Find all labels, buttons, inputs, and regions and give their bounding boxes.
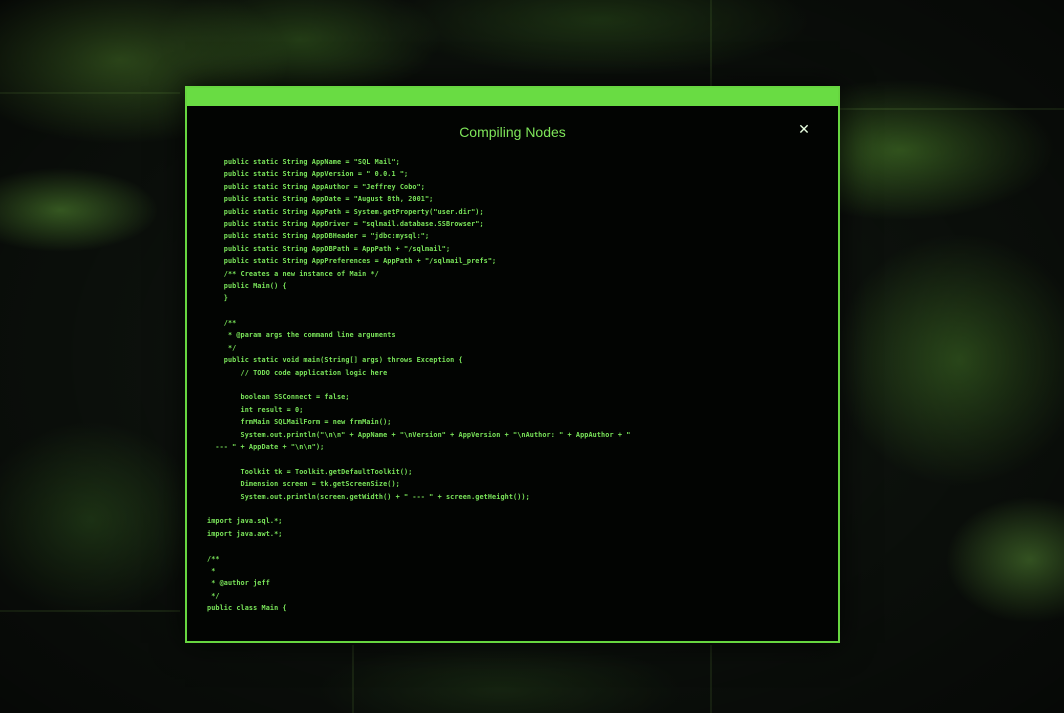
- close-icon: ✕: [798, 122, 810, 138]
- code-line: public static String AppName = "SQL Mail…: [207, 158, 400, 166]
- window-title-bar[interactable]: [187, 88, 838, 106]
- code-line: /**: [207, 319, 237, 328]
- code-line: public static String AppPath = System.ge…: [207, 207, 484, 216]
- code-line: * @author jeff: [207, 579, 270, 588]
- code-line: import java.sql.*;: [207, 517, 283, 526]
- close-button[interactable]: ✕: [794, 120, 814, 140]
- code-line: * @param args the command line arguments: [207, 331, 396, 340]
- code-line: public static String AppPreferences = Ap…: [207, 257, 497, 266]
- code-line: */: [207, 591, 220, 600]
- compiling-nodes-window: Compiling Nodes ✕ public static String A…: [185, 86, 840, 643]
- code-line: }: [207, 294, 228, 303]
- code-line: */: [207, 343, 237, 352]
- code-line: import java.awt.*;: [207, 529, 283, 538]
- code-line: // TODO code application logic here: [207, 368, 388, 377]
- code-line: *: [207, 566, 216, 575]
- code-line: Dimension screen = tk.getScreenSize();: [207, 480, 400, 489]
- code-output: public static String AppName = "SQL Mail…: [207, 156, 818, 625]
- code-line: frmMain SQLMailForm = new frmMain();: [207, 418, 392, 427]
- code-line: public static String AppAuthor = "Jeffre…: [207, 182, 425, 191]
- code-line: int result = 0;: [207, 405, 304, 414]
- code-line: public Main() {: [207, 281, 287, 290]
- code-line: System.out.println("\n\n" + AppName + "\…: [207, 430, 631, 439]
- code-line: public static void main(String[] args) t…: [207, 356, 463, 365]
- code-line: System.out.println(screen.getWidth() + "…: [207, 492, 530, 501]
- code-line: /** Creates a new instance of Main */: [207, 269, 379, 278]
- window-title: Compiling Nodes: [459, 124, 566, 140]
- code-line: --- " + AppDate + "\n\n");: [207, 442, 325, 451]
- code-line: boolean SSConnect = false;: [207, 393, 350, 402]
- code-line: Toolkit tk = Toolkit.getDefaultToolkit()…: [207, 467, 413, 476]
- desktop-background: Compiling Nodes ✕ public static String A…: [0, 0, 1064, 713]
- code-line: public static String AppDate = "August 8…: [207, 195, 434, 204]
- code-line: public static String AppVersion = " 0.0.…: [207, 170, 409, 179]
- code-line: public static String AppDriver = "sqlmai…: [207, 219, 484, 228]
- code-line: public static String AppDBPath = AppPath…: [207, 244, 451, 253]
- code-line: public static String AppDBHeader = "jdbc…: [207, 232, 430, 241]
- code-line: public class Main {: [207, 604, 287, 613]
- code-line: /**: [207, 554, 220, 563]
